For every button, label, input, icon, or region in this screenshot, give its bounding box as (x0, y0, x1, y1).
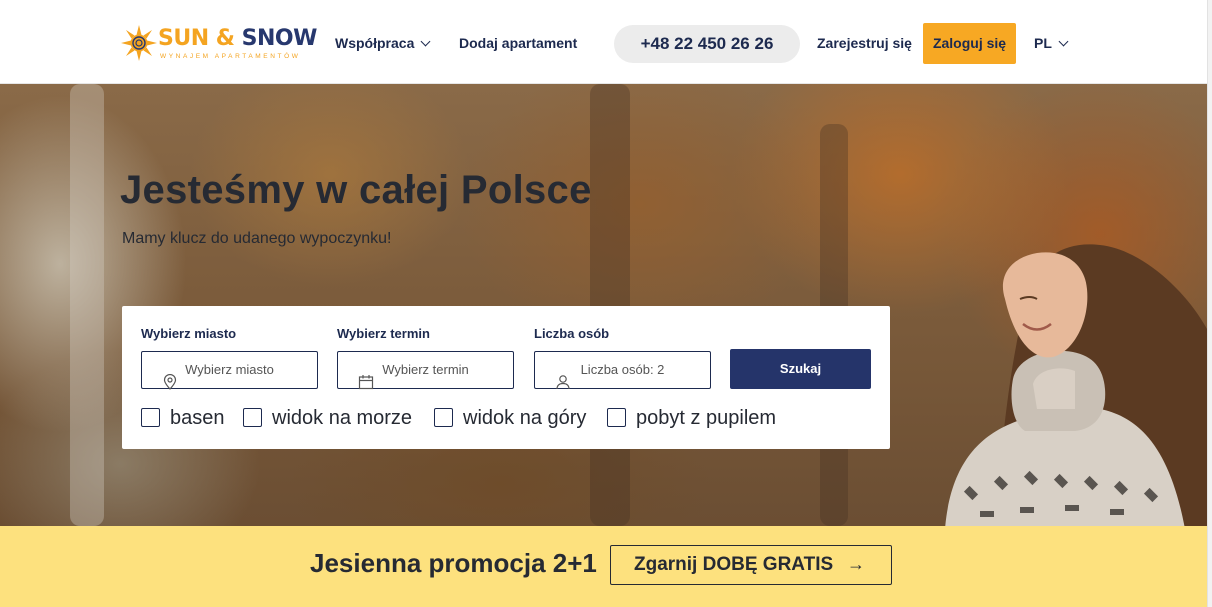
search-button[interactable]: Szukaj (730, 349, 871, 389)
filter-pets-label: pobyt z pupilem (636, 407, 777, 429)
chevron-down-icon (420, 36, 431, 47)
city-input[interactable]: Wybierz miasto (141, 351, 318, 390)
checkbox[interactable] (607, 408, 626, 427)
language-selector[interactable]: PL (1034, 4, 1069, 84)
date-input[interactable]: Wybierz termin (337, 351, 514, 390)
map-pin-icon (163, 374, 177, 390)
date-placeholder: Wybierz termin (382, 362, 469, 377)
login-button[interactable]: Zaloguj się (923, 23, 1016, 64)
language-label: PL (1034, 35, 1052, 51)
filter-mountain-view-label: widok na góry (463, 407, 587, 429)
woman-photo (945, 244, 1207, 526)
nav-add-apartment-link[interactable]: Dodaj apartament (459, 4, 577, 84)
site-header: SUN & SNOW WYNAJEM APARTAMENTÓW Współpra… (0, 4, 1207, 84)
hero-subtitle: Mamy klucz do udanego wypoczynku! (122, 230, 392, 247)
filter-sea-view-label: widok na morze (272, 407, 413, 429)
arrow-right-icon: → (847, 554, 865, 574)
promo-cta-button[interactable]: Zgarnij DOBĘ GRATIS → (610, 545, 892, 585)
checkbox[interactable] (243, 408, 262, 427)
register-link[interactable]: Zarejestruj się (817, 4, 912, 84)
city-label: Wybierz miasto (141, 326, 237, 341)
logo-wordmark: SUN & SNOW (158, 26, 317, 51)
background-tree-trunk (70, 84, 104, 526)
logo-word-snow: SNOW (241, 26, 318, 51)
promo-cta-label: Zgarnij DOBĘ GRATIS (634, 554, 834, 575)
phone-number-button[interactable]: +48 22 450 26 26 (614, 25, 800, 63)
guests-label: Liczba osób (534, 326, 610, 341)
logo-ampersand: & (215, 26, 235, 51)
person-icon (556, 375, 570, 390)
sun-logo-icon (121, 25, 157, 61)
promo-text: Jesienna promocja 2+1 (310, 548, 597, 578)
filter-pool-label: basen (170, 407, 225, 429)
guests-input[interactable]: Liczba osób: 2 (534, 351, 711, 390)
nav-cooperation-label: Współpraca (335, 35, 415, 51)
chevron-down-icon (1058, 36, 1069, 47)
logo-tagline: WYNAJEM APARTAMENTÓW (160, 53, 301, 60)
logo[interactable]: SUN & SNOW WYNAJEM APARTAMENTÓW (120, 24, 317, 66)
guests-value: Liczba osób: 2 (580, 362, 665, 377)
logo-word-sun: SUN (158, 26, 209, 51)
promo-bar: Jesienna promocja 2+1 Zgarnij DOBĘ GRATI… (0, 526, 1207, 607)
date-label: Wybierz termin (337, 326, 430, 341)
hero-title: Jesteśmy w całej Polsce (120, 168, 592, 212)
scrollbar-track[interactable] (1207, 0, 1212, 607)
calendar-icon (358, 375, 374, 390)
nav-cooperation-dropdown[interactable]: Współpraca (335, 4, 431, 84)
background-tree-trunk (590, 84, 630, 526)
checkbox[interactable] (434, 408, 453, 427)
hero-section: Jesteśmy w całej Polsce Mamy klucz do ud… (0, 84, 1207, 526)
search-form: Wybierz miasto Wybierz miasto Wybierz te… (122, 306, 890, 449)
city-placeholder: Wybierz miasto (185, 362, 274, 377)
checkbox[interactable] (141, 408, 160, 427)
